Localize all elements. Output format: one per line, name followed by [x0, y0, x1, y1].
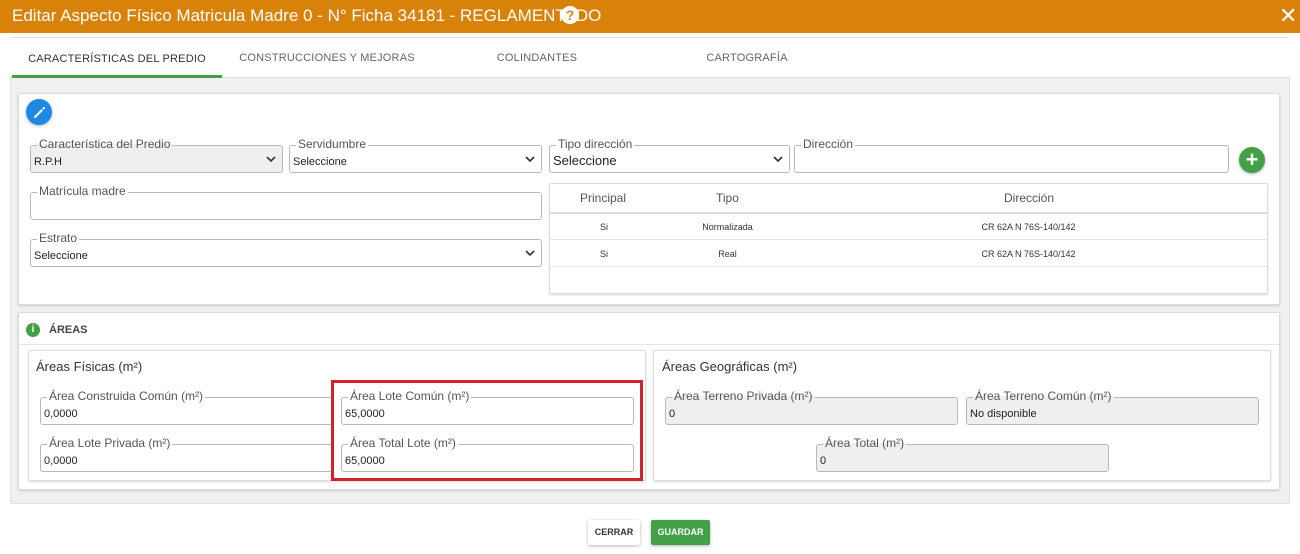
cell-tipo: Real — [718, 249, 737, 259]
area-total-value: 0 — [820, 455, 827, 467]
chevron-down-icon — [525, 250, 535, 257]
areas-section-title: ÁREAS — [49, 324, 88, 336]
areas-fisicas-title: Áreas Físicas (m²) — [36, 359, 143, 374]
area-terreno-comun-label: Área Terreno Común (m²) — [973, 389, 1114, 403]
info-icon: i — [26, 323, 40, 337]
cell-principal: Si — [599, 222, 608, 232]
dialog-title: Editar Aspecto Físico Matricula Madre 0 … — [12, 6, 602, 25]
area-terreno-comun-input: Área Terreno Común (m²) No disponible — [966, 389, 1259, 425]
area-terreno-privada-label: Área Terreno Privada (m²) — [672, 389, 815, 403]
tipo-direccion-value: Seleccione — [553, 153, 617, 168]
cerrar-button[interactable]: CERRAR — [588, 520, 640, 545]
tab-cartografia[interactable]: CARTOGRAFÍA — [642, 38, 852, 78]
area-terreno-privada-input: Área Terreno Privada (m²) 0 — [665, 389, 958, 425]
tipo-direccion-label: Tipo dirección — [556, 137, 635, 151]
chevron-down-icon — [773, 156, 783, 163]
table-header-divider — [550, 212, 1267, 214]
tipo-direccion-select[interactable]: Tipo dirección Seleccione — [549, 137, 790, 173]
chevron-down-icon — [266, 156, 276, 163]
row-divider — [550, 266, 1267, 267]
caracteristica-predio-label: Característica del Predio — [37, 137, 173, 151]
servidumbre-label: Servidumbre — [296, 137, 369, 151]
column-header-principal: Principal — [580, 191, 627, 205]
servidumbre-select[interactable]: Servidumbre Seleccione — [289, 137, 542, 173]
tab-caracteristicas-predio[interactable]: CARACTERÍSTICAS DEL PREDIO — [12, 38, 222, 78]
matricula-madre-input[interactable]: Matrícula madre — [30, 184, 542, 220]
tab-construcciones-mejoras[interactable]: CONSTRUCCIONES Y MEJORAS — [222, 38, 432, 78]
estrato-value: Seleccione — [34, 250, 88, 262]
cell-direccion: CR 62A N 76S-140/142 — [981, 222, 1076, 232]
guardar-button[interactable]: GUARDAR — [651, 520, 710, 545]
cell-tipo: Normalizada — [702, 222, 753, 232]
area-terreno-comun-value: No disponible — [970, 408, 1037, 420]
cell-principal: Si — [599, 249, 608, 259]
area-lote-privada-value: 0,0000 — [44, 455, 78, 467]
question-icon[interactable]: ? — [561, 6, 579, 24]
add-address-button[interactable]: + — [1239, 147, 1265, 173]
caracteristica-predio-value: R.P.H — [34, 156, 62, 168]
caracteristica-predio-select[interactable]: Característica del Predio R.P.H — [30, 137, 283, 173]
pencil-icon — [34, 106, 46, 118]
area-total-label: Área Total (m²) — [823, 436, 907, 450]
area-total-input: Área Total (m²) 0 — [816, 436, 1109, 472]
direccion-input[interactable]: Dirección — [794, 137, 1229, 173]
areas-divider — [19, 344, 1279, 345]
area-lote-privada-input[interactable]: Área Lote Privada (m²) 0,0000 — [40, 436, 333, 472]
area-terreno-privada-value: 0 — [669, 408, 676, 420]
close-icon[interactable]: ✕ — [1279, 3, 1297, 29]
column-header-tipo: Tipo — [716, 191, 739, 205]
dialog-title-bar: Editar Aspecto Físico Matricula Madre 0 … — [0, 0, 1300, 33]
area-construida-comun-label: Área Construida Común (m²) — [47, 389, 206, 403]
plus-icon: + — [1245, 147, 1259, 172]
areas-geograficas-title: Áreas Geográficas (m²) — [662, 359, 798, 374]
area-construida-comun-value: 0,0000 — [44, 408, 78, 420]
tab-bar: CARACTERÍSTICAS DEL PREDIO CONSTRUCCIONE… — [10, 38, 1290, 78]
row-divider — [550, 239, 1267, 240]
estrato-label: Estrato — [37, 231, 80, 245]
estrato-select[interactable]: Estrato Seleccione — [30, 231, 542, 267]
area-construida-comun-input[interactable]: Área Construida Común (m²) 0,0000 — [40, 389, 333, 425]
edit-button[interactable] — [26, 99, 52, 125]
matricula-madre-label: Matrícula madre — [37, 184, 128, 198]
highlight-box — [331, 380, 643, 481]
tab-colindantes[interactable]: COLINDANTES — [432, 38, 642, 78]
area-lote-privada-label: Área Lote Privada (m²) — [47, 436, 173, 450]
servidumbre-value: Seleccione — [293, 156, 347, 168]
direccion-label: Dirección — [801, 137, 856, 151]
column-header-direccion: Dirección — [1004, 191, 1055, 205]
cell-direccion: CR 62A N 76S-140/142 — [981, 249, 1076, 259]
chevron-down-icon — [525, 156, 535, 163]
